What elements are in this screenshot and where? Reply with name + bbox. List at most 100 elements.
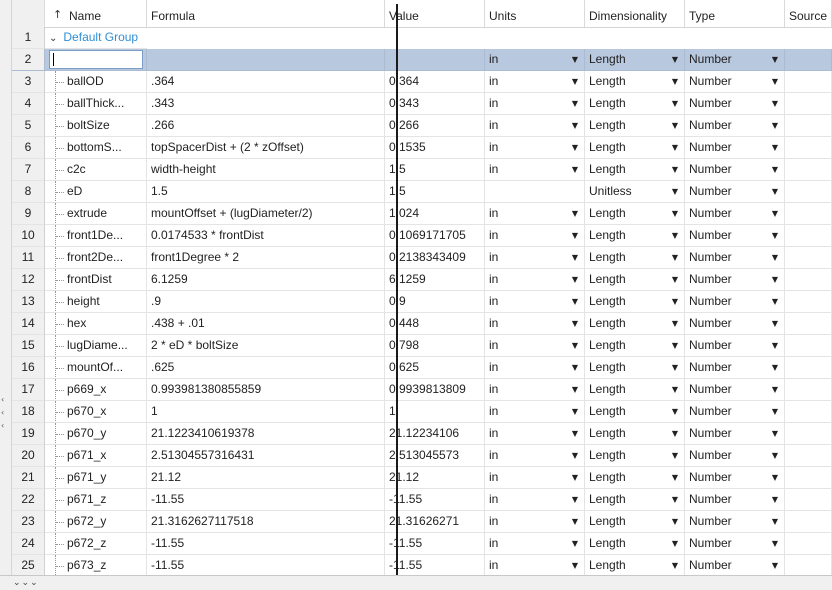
parameter-name[interactable]: p671_y <box>45 467 147 489</box>
dropdown-arrow-icon[interactable]: ▼ <box>772 291 778 312</box>
parameter-units[interactable]: in ▼ <box>485 555 585 575</box>
frozen-column-divider[interactable] <box>396 4 398 575</box>
parameter-type[interactable]: Number ▼ <box>685 313 785 335</box>
parameter-formula[interactable]: 21.12 <box>147 467 385 489</box>
parameter-units[interactable]: in ▼ <box>485 203 585 225</box>
row-number[interactable]: 14 <box>12 313 45 335</box>
parameter-name[interactable]: eD <box>45 181 147 203</box>
parameter-type[interactable]: Number ▼ <box>685 93 785 115</box>
column-header-value[interactable]: Value <box>385 0 485 27</box>
dropdown-arrow-icon[interactable]: ▼ <box>572 401 578 422</box>
dropdown-arrow-icon[interactable]: ▼ <box>772 423 778 444</box>
parameter-dimensionality[interactable]: Length ▼ <box>585 511 685 533</box>
dropdown-arrow-icon[interactable]: ▼ <box>772 511 778 532</box>
tab-scroll-icon[interactable]: ⌄⌄⌄ <box>13 578 39 588</box>
table-row[interactable]: 21 p671_y 21.12 21.12 in ▼ Length ▼ Number ▼ <box>12 467 832 489</box>
parameter-units[interactable]: in ▼ <box>485 511 585 533</box>
table-row[interactable]: 12 frontDist 6.1259 6.1259 in ▼ Length ▼ Number ▼ <box>12 269 832 291</box>
dropdown-arrow-icon[interactable]: ▼ <box>772 445 778 466</box>
parameter-type[interactable]: Number ▼ <box>685 115 785 137</box>
row-number[interactable]: 9 <box>12 203 45 225</box>
parameter-type[interactable]: Number ▼ <box>685 555 785 575</box>
parameter-name[interactable]: p671_x <box>45 445 147 467</box>
row-number[interactable]: 8 <box>12 181 45 203</box>
dropdown-arrow-icon[interactable]: ▼ <box>772 357 778 378</box>
formula-cell[interactable] <box>147 49 385 71</box>
dropdown-arrow-icon[interactable]: ▼ <box>572 533 578 554</box>
row-number[interactable]: 2 <box>12 49 45 71</box>
parameter-formula[interactable]: 2.51304557316431 <box>147 445 385 467</box>
row-number[interactable]: 20 <box>12 445 45 467</box>
dropdown-arrow-icon[interactable]: ▼ <box>672 555 678 575</box>
parameter-formula[interactable]: 1.5 <box>147 181 385 203</box>
row-number[interactable]: 7 <box>12 159 45 181</box>
dropdown-arrow-icon[interactable]: ▼ <box>572 445 578 466</box>
dropdown-arrow-icon[interactable]: ▼ <box>672 203 678 224</box>
parameter-type[interactable]: Number ▼ <box>685 159 785 181</box>
parameter-dimensionality[interactable]: Length ▼ <box>585 247 685 269</box>
parameter-dimensionality[interactable]: Length ▼ <box>585 335 685 357</box>
dropdown-arrow-icon[interactable]: ▼ <box>772 247 778 268</box>
table-row[interactable]: 25 p673_z -11.55 -11.55 in ▼ Length ▼ Number ▼ <box>12 555 832 575</box>
dropdown-arrow-icon[interactable]: ▼ <box>572 49 578 70</box>
type-select[interactable]: Number ▼ <box>685 49 785 71</box>
table-row[interactable]: 5 boltSize .266 0.266 in ▼ Length ▼ Number ▼ <box>12 115 832 137</box>
dropdown-arrow-icon[interactable]: ▼ <box>672 93 678 114</box>
dropdown-arrow-icon[interactable]: ▼ <box>772 225 778 246</box>
table-row[interactable]: 13 height .9 0.9 in ▼ Length ▼ Number ▼ <box>12 291 832 313</box>
dropdown-arrow-icon[interactable]: ▼ <box>572 357 578 378</box>
parameter-name[interactable]: ballThick... <box>45 93 147 115</box>
dropdown-arrow-icon[interactable]: ▼ <box>772 335 778 356</box>
parameter-units[interactable]: in ▼ <box>485 137 585 159</box>
parameter-type[interactable]: Number ▼ <box>685 357 785 379</box>
parameter-formula[interactable]: mountOffset + (lugDiameter/2) <box>147 203 385 225</box>
parameter-type[interactable]: Number ▼ <box>685 467 785 489</box>
row-number[interactable]: 15 <box>12 335 45 357</box>
parameter-units[interactable]: in ▼ <box>485 379 585 401</box>
parameter-type[interactable]: Number ▼ <box>685 225 785 247</box>
parameter-name[interactable]: p671_z <box>45 489 147 511</box>
dropdown-arrow-icon[interactable]: ▼ <box>572 467 578 488</box>
dropdown-arrow-icon[interactable]: ▼ <box>672 313 678 334</box>
parameter-dimensionality[interactable]: Length ▼ <box>585 423 685 445</box>
table-row[interactable]: 15 lugDiame... 2 * eD * boltSize 0.798 in ▼ Le… <box>12 335 832 357</box>
parameter-type[interactable]: Number ▼ <box>685 423 785 445</box>
parameter-dimensionality[interactable]: Length ▼ <box>585 357 685 379</box>
parameter-type[interactable]: Number ▼ <box>685 379 785 401</box>
parameter-type[interactable]: Number ▼ <box>685 247 785 269</box>
dropdown-arrow-icon[interactable]: ▼ <box>772 203 778 224</box>
dropdown-arrow-icon[interactable]: ▼ <box>572 115 578 136</box>
left-collapse-bar[interactable]: ‹ ‹ ‹ <box>0 0 12 589</box>
column-header-type[interactable]: Type <box>685 0 785 27</box>
dropdown-arrow-icon[interactable]: ▼ <box>572 335 578 356</box>
parameter-dimensionality[interactable]: Length ▼ <box>585 159 685 181</box>
dropdown-arrow-icon[interactable]: ▼ <box>572 489 578 510</box>
dropdown-arrow-icon[interactable]: ▼ <box>572 93 578 114</box>
dropdown-arrow-icon[interactable]: ▼ <box>672 379 678 400</box>
parameter-units[interactable]: in ▼ <box>485 115 585 137</box>
dropdown-arrow-icon[interactable]: ▼ <box>572 225 578 246</box>
table-row[interactable]: 8 eD 1.5 1.5 Unitless ▼ Number ▼ <box>12 181 832 203</box>
table-row[interactable]: 23 p672_y 21.3162627117518 21.31626271 in ▼ Le… <box>12 511 832 533</box>
dropdown-arrow-icon[interactable]: ▼ <box>572 159 578 180</box>
dropdown-arrow-icon[interactable]: ▼ <box>772 489 778 510</box>
row-number[interactable]: 17 <box>12 379 45 401</box>
dropdown-arrow-icon[interactable]: ▼ <box>672 291 678 312</box>
name-edit-input[interactable] <box>49 50 143 69</box>
parameter-formula[interactable]: .364 <box>147 71 385 93</box>
parameter-name[interactable]: extrude <box>45 203 147 225</box>
parameter-formula[interactable]: -11.55 <box>147 489 385 511</box>
parameter-name[interactable]: p673_z <box>45 555 147 575</box>
parameter-formula[interactable]: .625 <box>147 357 385 379</box>
parameter-name[interactable]: mountOf... <box>45 357 147 379</box>
dropdown-arrow-icon[interactable]: ▼ <box>772 115 778 136</box>
dropdown-arrow-icon[interactable]: ▼ <box>572 269 578 290</box>
dropdown-arrow-icon[interactable]: ▼ <box>672 401 678 422</box>
dropdown-arrow-icon[interactable]: ▼ <box>772 71 778 92</box>
column-header-formula[interactable]: Formula <box>147 0 385 27</box>
table-row[interactable]: 9 extrude mountOffset + (lugDiameter/2) 1.0… <box>12 203 832 225</box>
parameter-type[interactable]: Number ▼ <box>685 401 785 423</box>
parameter-units[interactable]: in ▼ <box>485 401 585 423</box>
parameter-type[interactable]: Number ▼ <box>685 489 785 511</box>
parameter-type[interactable]: Number ▼ <box>685 445 785 467</box>
